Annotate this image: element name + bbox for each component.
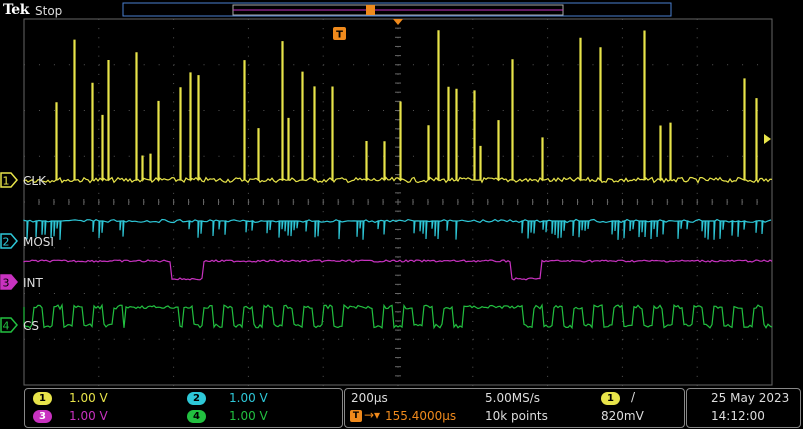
ch4-badge: 4 — [187, 410, 206, 423]
trigger-position-icon-badge: T — [350, 410, 362, 422]
ch2-marker[interactable]: 2 — [0, 233, 18, 249]
date-value: 25 May 2023 — [711, 391, 790, 405]
ch3-marker[interactable]: 3 — [0, 274, 18, 290]
trigger-position-icon[interactable] — [393, 19, 403, 25]
trigger-marker-label: T — [336, 30, 343, 41]
svg-text:3: 3 — [3, 277, 10, 290]
svg-text:4: 4 — [3, 320, 10, 333]
record-length-value: 10k points — [485, 409, 548, 423]
vertical-scale-panel[interactable]: 1 1.00 V 2 1.00 V 3 1.00 V 4 1.00 V — [24, 388, 343, 428]
svg-text:1: 1 — [3, 175, 10, 188]
ch1-label: CLK — [23, 174, 47, 188]
sample-rate-value: 5.00MS/s — [485, 391, 540, 405]
oscilloscope-display: T 1 CLK 2 MOSI 3 INT 4 CS — [0, 2, 773, 386]
horizontal-trigger-panel[interactable]: 200µs 5.00MS/s T →▾ 155.4000µs 10k point… — [344, 388, 685, 428]
trigger-position-value: 155.4000µs — [385, 409, 457, 423]
ch3-waveform — [23, 259, 773, 281]
trigger-level-value: 820mV — [601, 409, 644, 423]
ch2-badge: 2 — [187, 392, 206, 405]
ch2-scale: 1.00 V — [229, 391, 268, 405]
trigger-source-badge: 1 — [601, 392, 620, 405]
svg-text:2: 2 — [3, 236, 10, 249]
ch1-marker[interactable]: 1 — [0, 172, 18, 188]
acquisition-state: Stop — [35, 4, 63, 18]
timebase-value: 200µs — [351, 391, 388, 405]
trigger-arrow-icon: →▾ — [364, 408, 381, 422]
trigger-level-icon[interactable] — [764, 134, 771, 144]
ch4-scale: 1.00 V — [229, 409, 268, 423]
ch4-marker[interactable]: 4 — [0, 317, 18, 333]
ch3-scale: 1.00 V — [69, 409, 108, 423]
time-value: 14:12:00 — [711, 409, 765, 423]
trigger-slope-icon: / — [631, 390, 636, 404]
ch1-waveform — [23, 30, 773, 184]
ch3-label: INT — [23, 276, 44, 290]
brand-logo: Tek — [3, 2, 29, 18]
overview-trigger-icon — [366, 5, 375, 15]
ch4-label: CS — [23, 319, 39, 333]
datetime-panel: 25 May 2023 14:12:00 — [686, 388, 801, 428]
ch4-waveform — [23, 302, 773, 330]
ch1-scale: 1.00 V — [69, 391, 108, 405]
ch2-label: MOSI — [23, 235, 54, 249]
ch1-badge: 1 — [33, 392, 52, 405]
graticule-grid — [23, 18, 759, 386]
ch3-badge: 3 — [33, 410, 52, 423]
